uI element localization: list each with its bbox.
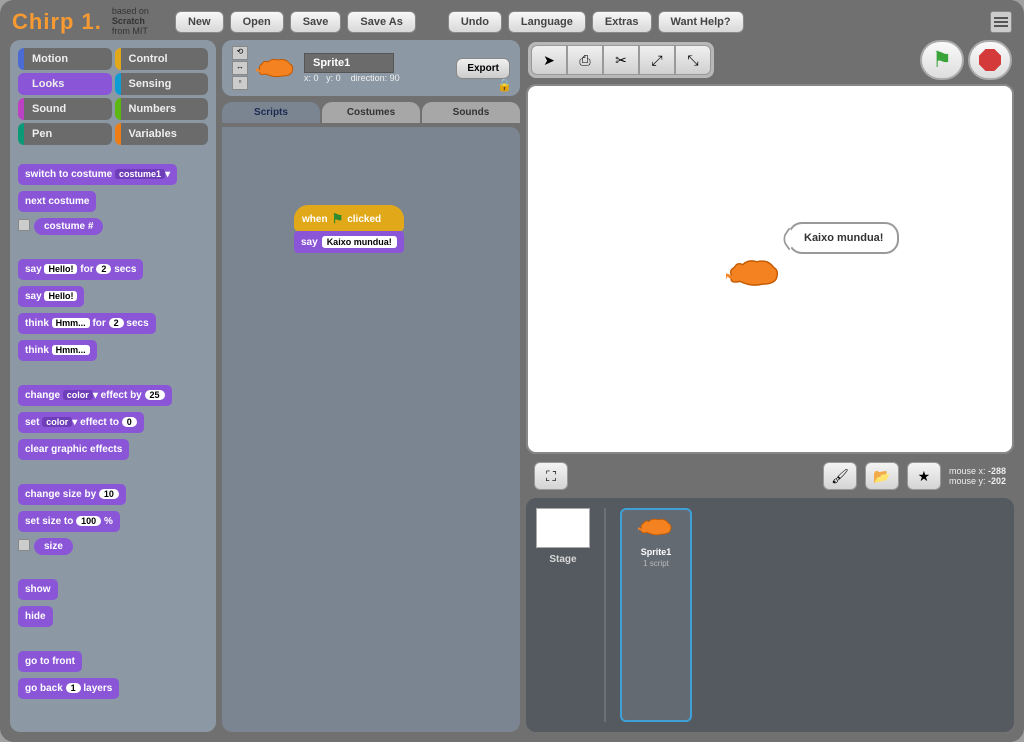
save-button[interactable]: Save (290, 11, 342, 33)
speech-bubble: Kaixo mundua! (788, 222, 899, 254)
right-panel: ➤ ⎙ ✂ ⤢ ⤡ ⚑ Kaixo mundua! ⛶ 🖌 📂 ★ (526, 40, 1014, 732)
block-change-effect[interactable]: change color▾ effect by 25 (18, 385, 172, 406)
sprite-list-panel: Stage Sprite1 1 script (526, 498, 1014, 732)
tool-grow[interactable]: ⤢ (639, 45, 675, 75)
editor-tabs: Scripts Costumes Sounds (222, 102, 520, 123)
sprite-card[interactable]: Sprite1 1 script (620, 508, 692, 722)
save-as-button[interactable]: Save As (347, 11, 415, 33)
rotate-free-button[interactable]: ⟲ (232, 46, 248, 60)
sprite-info-bar: ⟲ ↔ ▫ x: 0 y: 0 direction: 90 Export 🔒 (222, 40, 520, 96)
block-clear-effects[interactable]: clear graphic effects (18, 439, 129, 460)
category-looks[interactable]: Looks (18, 73, 112, 95)
block-palette: Motion Control Looks Sensing Sound Numbe… (10, 40, 216, 732)
block-next-costume[interactable]: next costume (18, 191, 96, 212)
block-size[interactable]: size (18, 535, 208, 558)
hat-when-flag-clicked[interactable]: when ⚑ clicked (294, 205, 404, 231)
green-flag-button[interactable]: ⚑ (920, 40, 964, 80)
sprite-card-name: Sprite1 (628, 547, 684, 557)
block-costume-num[interactable]: costume # (18, 215, 208, 238)
block-think[interactable]: think Hmm... (18, 340, 97, 361)
block-say-in-script[interactable]: say Kaixo mundua! (294, 231, 404, 253)
new-button[interactable]: New (175, 11, 224, 33)
paint-sprite-button[interactable]: 🖌 (823, 462, 857, 490)
tab-scripts[interactable]: Scripts (222, 102, 320, 123)
rotate-none-button[interactable]: ▫ (232, 76, 248, 90)
open-button[interactable]: Open (230, 11, 284, 33)
sprite-card-icon (638, 516, 674, 538)
scripts-area[interactable]: when ⚑ clicked say Kaixo mundua! (222, 127, 520, 732)
extras-button[interactable]: Extras (592, 11, 652, 33)
top-toolbar: Chirp 1. based on Scratch from MIT New O… (4, 4, 1020, 40)
category-pen[interactable]: Pen (18, 123, 112, 145)
tab-costumes[interactable]: Costumes (322, 102, 420, 123)
block-show[interactable]: show (18, 579, 58, 600)
block-think-for-secs[interactable]: think Hmm... for 2 secs (18, 313, 156, 334)
center-panel: ⟲ ↔ ▫ x: 0 y: 0 direction: 90 Export 🔒 (222, 40, 520, 732)
tagline: based on Scratch from MIT (112, 7, 149, 37)
export-button[interactable]: Export (456, 58, 510, 79)
category-sound[interactable]: Sound (18, 98, 112, 120)
undo-button[interactable]: Undo (448, 11, 502, 33)
category-grid: Motion Control Looks Sensing Sound Numbe… (10, 40, 216, 153)
category-numbers[interactable]: Numbers (115, 98, 209, 120)
block-list: switch to costume costume1▾ next costume… (10, 153, 216, 732)
block-say-for-secs[interactable]: say Hello! for 2 secs (18, 259, 143, 280)
stage-sprite[interactable] (726, 256, 782, 290)
tool-cut[interactable]: ✂ (603, 45, 639, 75)
help-button[interactable]: Want Help? (658, 11, 744, 33)
language-button[interactable]: Language (508, 11, 586, 33)
block-set-size[interactable]: set size to 100 % (18, 511, 120, 532)
tool-shrink[interactable]: ⤡ (675, 45, 711, 75)
category-variables[interactable]: Variables (115, 123, 209, 145)
green-flag-icon: ⚑ (332, 211, 344, 227)
block-set-effect[interactable]: set color▾ effect to 0 (18, 412, 144, 433)
stage[interactable]: Kaixo mundua! (526, 84, 1014, 454)
import-sprite-button[interactable]: 📂 (865, 462, 899, 490)
mouse-coords: mouse x: -288 mouse y: -202 (949, 466, 1006, 486)
stop-button[interactable] (968, 40, 1012, 80)
category-motion[interactable]: Motion (18, 48, 112, 70)
surprise-sprite-button[interactable]: ★ (907, 462, 941, 490)
lock-icon[interactable]: 🔒 (497, 78, 512, 92)
stage-thumbnail[interactable]: Stage (536, 508, 590, 722)
block-go-front[interactable]: go to front (18, 651, 82, 672)
rotate-flip-button[interactable]: ↔ (232, 61, 248, 75)
category-control[interactable]: Control (115, 48, 209, 70)
tool-stamp[interactable]: ⎙ (567, 45, 603, 75)
stage-toolbar: ➤ ⎙ ✂ ⤢ ⤡ ⚑ (526, 40, 1014, 80)
block-say[interactable]: say Hello! (18, 286, 84, 307)
presentation-button[interactable]: ⛶ (534, 462, 568, 490)
divider (604, 508, 606, 722)
sprite-card-scripts: 1 script (628, 559, 684, 568)
tool-pointer[interactable]: ➤ (531, 45, 567, 75)
block-change-size[interactable]: change size by 10 (18, 484, 126, 505)
block-hide[interactable]: hide (18, 606, 53, 627)
tab-sounds[interactable]: Sounds (422, 102, 520, 123)
stop-icon (979, 49, 1001, 71)
menu-icon[interactable] (990, 11, 1012, 33)
category-sensing[interactable]: Sensing (115, 73, 209, 95)
sprite-coords: x: 0 y: 0 direction: 90 (304, 73, 400, 83)
stage-control-bar: ⛶ 🖌 📂 ★ mouse x: -288 mouse y: -202 (526, 458, 1014, 494)
block-go-back[interactable]: go back 1 layers (18, 678, 119, 699)
block-switch-costume[interactable]: switch to costume costume1▾ (18, 164, 177, 185)
app-logo: Chirp 1. (12, 9, 102, 35)
sprite-name-input[interactable] (304, 53, 394, 73)
sprite-thumbnail (256, 56, 296, 80)
script-stack[interactable]: when ⚑ clicked say Kaixo mundua! (294, 205, 404, 253)
